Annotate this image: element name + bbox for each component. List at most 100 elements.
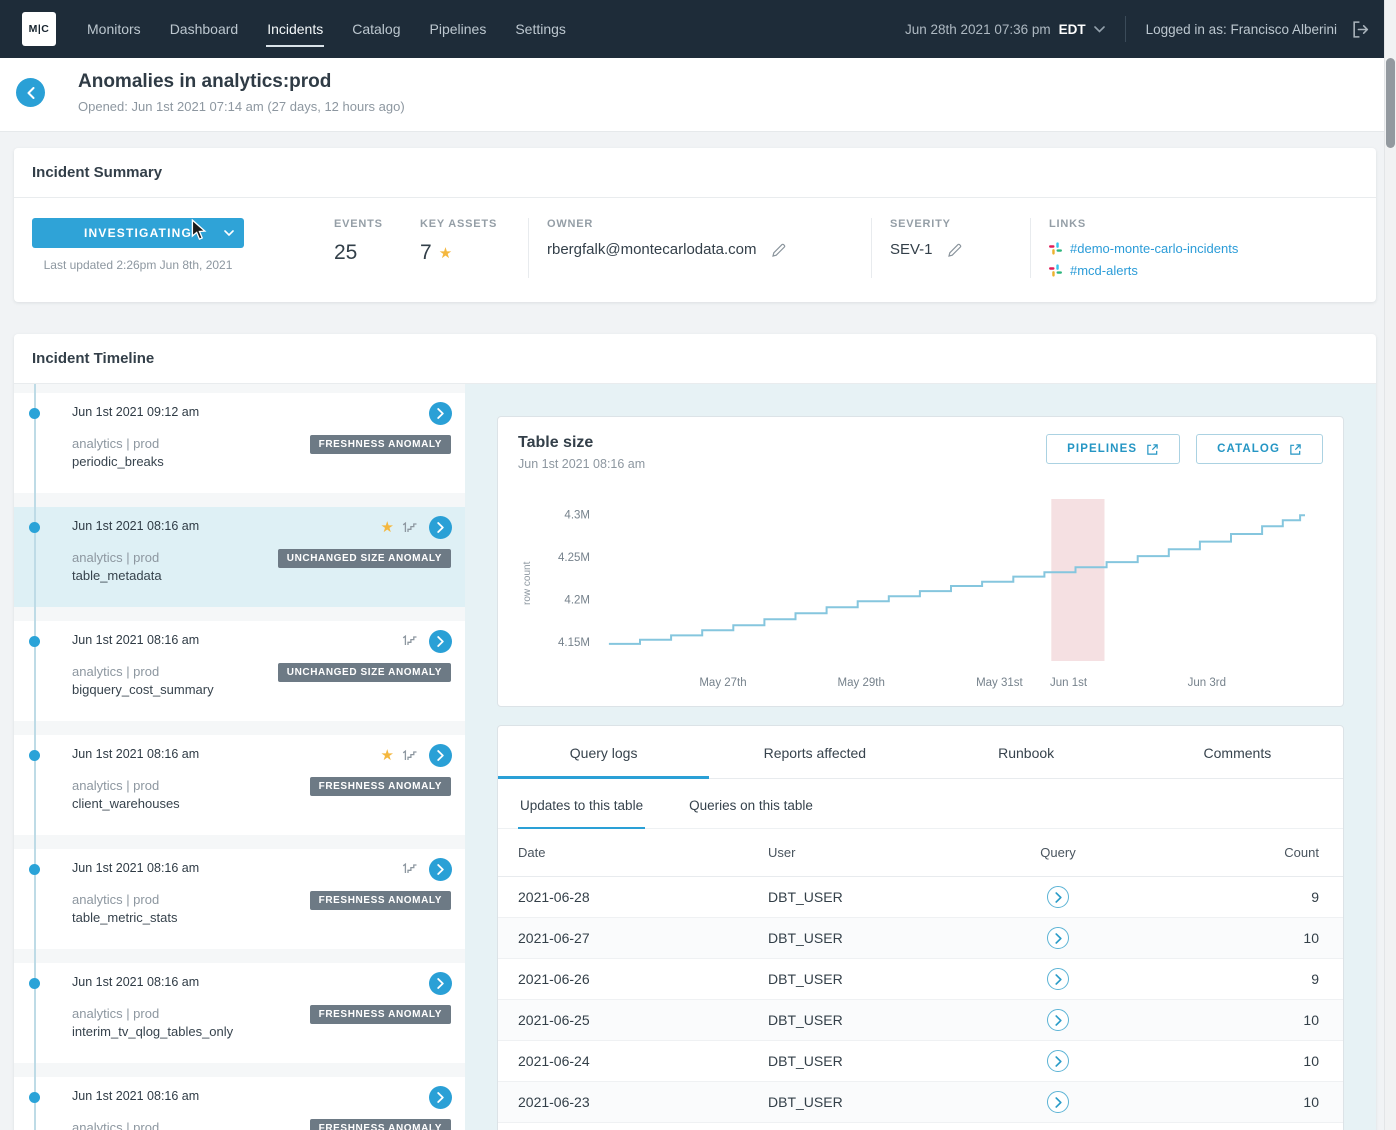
header-date: Date	[518, 845, 768, 860]
chevron-right-icon	[437, 522, 444, 533]
row-user: DBT_USER	[768, 1012, 938, 1028]
row-date: 2021-06-27	[518, 930, 768, 946]
row-count: 10	[1239, 1053, 1319, 1069]
logout-button[interactable]	[1351, 20, 1370, 39]
app-root: M|C Monitors Dashboard Incidents Catalog Pip…	[0, 0, 1396, 1130]
slack-channel-link[interactable]: #mcd-alerts	[1049, 263, 1358, 278]
nav-item-catalog[interactable]: Catalog	[351, 17, 401, 41]
table-size-chart: row count 4.3M4.25M4.2M4.15MMay 27thMay …	[518, 483, 1323, 700]
star-icon: ★	[381, 520, 394, 535]
app-logo[interactable]: M|C	[22, 12, 56, 46]
row-user: DBT_USER	[768, 889, 938, 905]
timeline-dot	[29, 750, 40, 761]
page-header: Anomalies in analytics:prod Opened: Jun …	[0, 58, 1396, 132]
open-event-button[interactable]	[429, 858, 452, 881]
catalog-button[interactable]: CATALOG	[1196, 434, 1323, 464]
anomaly-type-badge: UNCHANGED SIZE ANOMALY	[278, 663, 451, 682]
view-query-button[interactable]	[1047, 927, 1069, 949]
chart-y-axis-label: row count	[522, 562, 533, 605]
slack-channel-link[interactable]: #demo-monte-carlo-incidents	[1049, 241, 1358, 256]
row-count-line	[609, 515, 1305, 644]
timeline-item[interactable]: Jun 1st 2021 08:16 amanalytics | prodcli…	[14, 735, 465, 835]
timeline-item[interactable]: Jun 1st 2021 09:12 amanalytics | prodper…	[14, 393, 465, 493]
table-size-card: Table size Jun 1st 2021 08:16 am PIPELIN…	[497, 416, 1344, 707]
pipelines-button[interactable]: PIPELINES	[1046, 434, 1180, 464]
query-table-rows: 2021-06-28DBT_USER9 2021-06-27 DBT_USER 10 2…	[498, 877, 1343, 1123]
size-metric-icon	[401, 634, 417, 647]
open-event-button[interactable]	[429, 972, 452, 995]
event-time: Jun 1st 2021 08:16 am	[72, 1089, 451, 1103]
open-event-button[interactable]	[429, 516, 452, 539]
external-link-icon	[1289, 443, 1302, 456]
nav-item-dashboard[interactable]: Dashboard	[169, 17, 240, 41]
query-log-row: 2021-06-25DBT_USER10	[498, 1000, 1343, 1041]
open-event-button[interactable]	[429, 630, 452, 653]
nav-menu: Monitors Dashboard Incidents Catalog Pipelin…	[86, 17, 567, 41]
tab-comments[interactable]: Comments	[1132, 726, 1343, 778]
owner-value: rbergfalk@montecarlodata.com	[547, 241, 757, 258]
timeline-item[interactable]: Jun 1st 2021 08:16 amanalytics | prodbig…	[14, 621, 465, 721]
row-count: 10	[1239, 1094, 1319, 1110]
open-event-button[interactable]	[429, 744, 452, 767]
timeline-dot	[29, 408, 40, 419]
nav-item-monitors[interactable]: Monitors	[86, 17, 142, 41]
row-date: 2021-06-24	[518, 1053, 768, 1069]
datetime-text: Jun 28th 2021 07:36 pm	[905, 22, 1051, 37]
nav-right-group: Jun 28th 2021 07:36 pm EDT Logged in as:…	[905, 16, 1370, 42]
nav-item-settings[interactable]: Settings	[514, 17, 567, 41]
header-query: Query	[938, 845, 1178, 860]
open-event-button[interactable]	[429, 402, 452, 425]
tab-reports-affected[interactable]: Reports affected	[709, 726, 920, 778]
datetime-selector[interactable]: Jun 28th 2021 07:36 pm EDT	[905, 22, 1105, 37]
back-button[interactable]	[16, 78, 45, 107]
event-icons: ★	[381, 520, 417, 535]
timeline-item[interactable]: Jun 1st 2021 08:16 amanalytics | prodint…	[14, 1077, 465, 1130]
page-scrollbar[interactable]	[1384, 0, 1396, 1130]
row-count: 10	[1239, 930, 1319, 946]
anomaly-type-badge: FRESHNESS ANOMALY	[310, 891, 451, 910]
page-header-text: Anomalies in analytics:prod Opened: Jun …	[78, 71, 405, 114]
links-section: LINKS #demo-monte-carlo-incidents#mcd-al…	[1031, 218, 1358, 278]
status-dropdown-button[interactable]: INVESTIGATING	[32, 218, 244, 248]
chevron-right-icon	[1055, 892, 1062, 903]
svg-text:May 29th: May 29th	[838, 677, 885, 689]
view-query-button[interactable]	[1047, 968, 1069, 990]
query-log-row: 2021-06-28DBT_USER9	[498, 877, 1343, 918]
scrollbar-thumb[interactable]	[1386, 58, 1395, 148]
chevron-right-icon	[1055, 1056, 1062, 1067]
event-time: Jun 1st 2021 08:16 am	[72, 975, 451, 989]
key-assets-section: KEY ASSETS 7 ★	[420, 218, 528, 265]
svg-text:4.2M: 4.2M	[564, 595, 590, 607]
chevron-right-icon	[437, 1092, 444, 1103]
edit-severity-button[interactable]	[947, 242, 963, 258]
event-icons	[401, 634, 417, 647]
timeline-item[interactable]: Jun 1st 2021 08:16 amanalytics | prodint…	[14, 963, 465, 1063]
subtab-queries-on-this-table[interactable]: Queries on this table	[687, 779, 815, 828]
timeline-item[interactable]: Jun 1st 2021 08:16 amanalytics | prodtab…	[14, 849, 465, 949]
chevron-right-icon	[437, 864, 444, 875]
view-query-button[interactable]	[1047, 1050, 1069, 1072]
timeline-dot	[29, 864, 40, 875]
chevron-right-icon	[1055, 974, 1062, 985]
nav-item-incidents[interactable]: Incidents	[266, 17, 324, 41]
chevron-right-icon	[437, 978, 444, 989]
svg-text:4.15M: 4.15M	[558, 637, 590, 649]
tab-runbook[interactable]: Runbook	[921, 726, 1132, 778]
view-query-button[interactable]	[1047, 1009, 1069, 1031]
tab-query-logs[interactable]: Query logs	[498, 726, 709, 778]
timeline-item[interactable]: Jun 1st 2021 08:16 amanalytics | prodtab…	[14, 507, 465, 607]
event-time: Jun 1st 2021 08:16 am	[72, 861, 451, 875]
nav-item-pipelines[interactable]: Pipelines	[429, 17, 488, 41]
timeline-dot	[29, 636, 40, 647]
page-subtitle: Opened: Jun 1st 2021 07:14 am (27 days, …	[78, 99, 405, 114]
last-updated-text: Last updated 2:26pm Jun 8th, 2021	[32, 258, 244, 272]
table-size-subtitle: Jun 1st 2021 08:16 am	[518, 457, 645, 471]
view-query-button[interactable]	[1047, 886, 1069, 908]
anomaly-type-badge: UNCHANGED SIZE ANOMALY	[278, 549, 451, 568]
chevron-right-icon	[437, 408, 444, 419]
open-event-button[interactable]	[429, 1086, 452, 1109]
edit-owner-button[interactable]	[771, 242, 787, 258]
subtab-updates-to-this-table[interactable]: Updates to this table	[518, 779, 645, 828]
view-query-button[interactable]	[1047, 1091, 1069, 1113]
event-icons: ★	[381, 748, 417, 763]
